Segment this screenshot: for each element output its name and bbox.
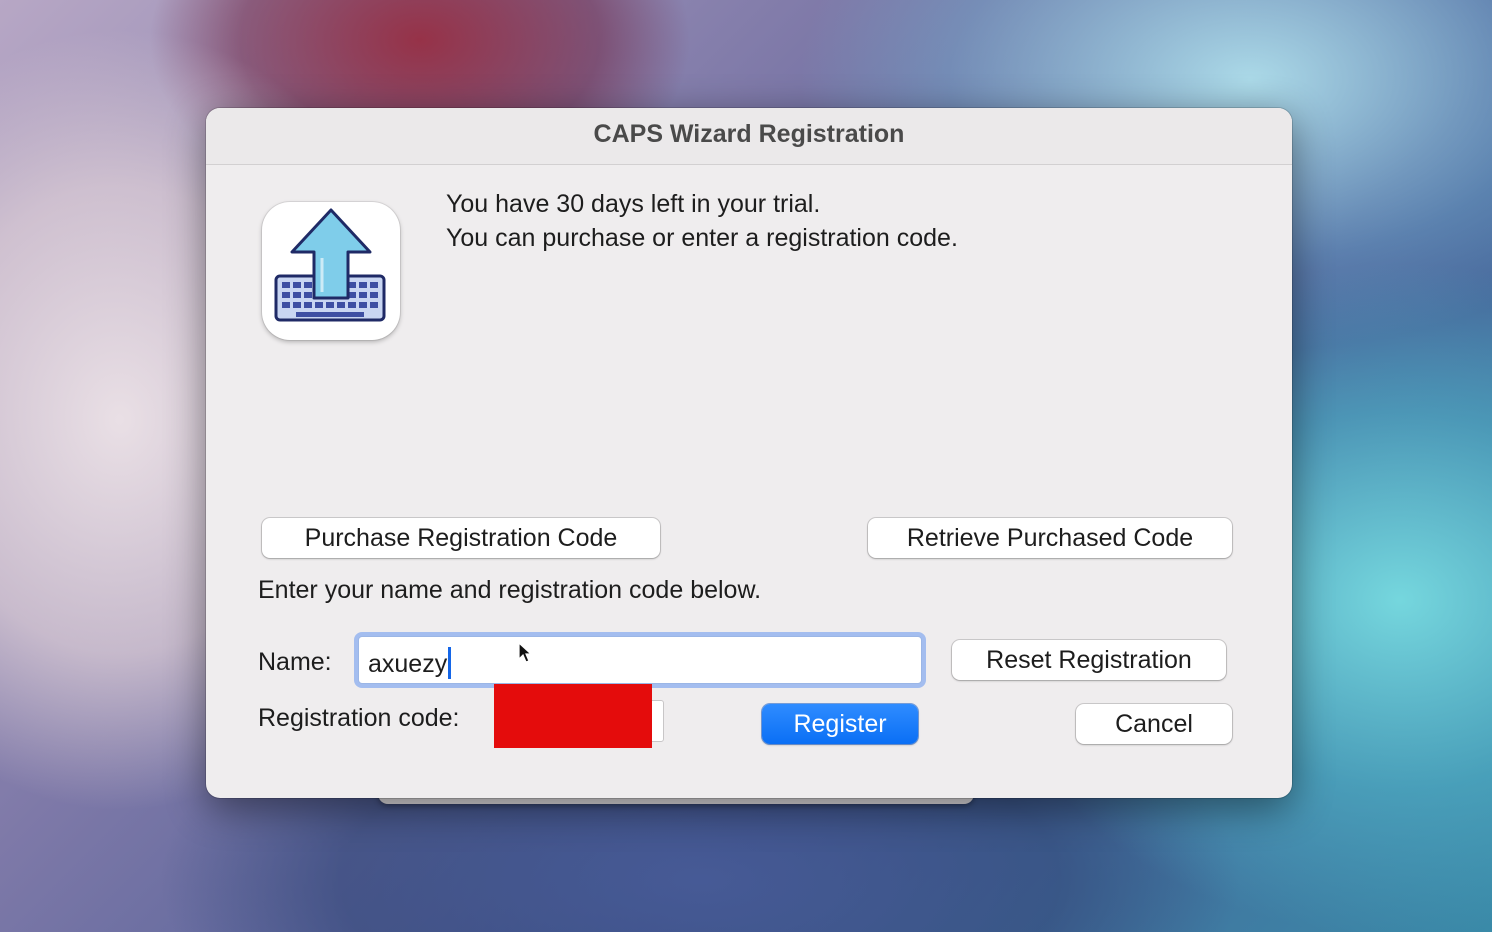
window-title: CAPS Wizard Registration xyxy=(593,120,905,148)
trial-days-message: You have 30 days left in your trial. xyxy=(446,190,821,218)
name-label: Name: xyxy=(258,648,332,676)
purchase-hint-message: You can purchase or enter a registration… xyxy=(446,224,958,252)
mouse-pointer-icon xyxy=(518,642,532,663)
registration-code-label: Registration code: xyxy=(258,704,460,732)
redaction-overlay xyxy=(494,684,652,748)
retrieve-purchased-code-button[interactable]: Retrieve Purchased Code xyxy=(868,518,1232,558)
name-input-value: axuezy xyxy=(368,647,452,679)
registration-dialog: CAPS Wizard Registration You have 30 day… xyxy=(206,108,1292,798)
registration-instructions: Enter your name and registration code be… xyxy=(258,576,762,604)
reset-registration-button[interactable]: Reset Registration xyxy=(952,640,1226,680)
name-value-text: axuezy xyxy=(368,650,448,678)
title-bar: CAPS Wizard Registration xyxy=(206,108,1292,165)
name-input[interactable]: axuezy xyxy=(358,636,922,684)
register-button[interactable]: Register xyxy=(762,704,918,744)
keyboard-arrow-icon xyxy=(274,208,386,322)
cancel-button[interactable]: Cancel xyxy=(1076,704,1232,744)
purchase-registration-code-button[interactable]: Purchase Registration Code xyxy=(262,518,660,558)
app-icon xyxy=(262,202,400,340)
text-caret xyxy=(448,647,452,679)
